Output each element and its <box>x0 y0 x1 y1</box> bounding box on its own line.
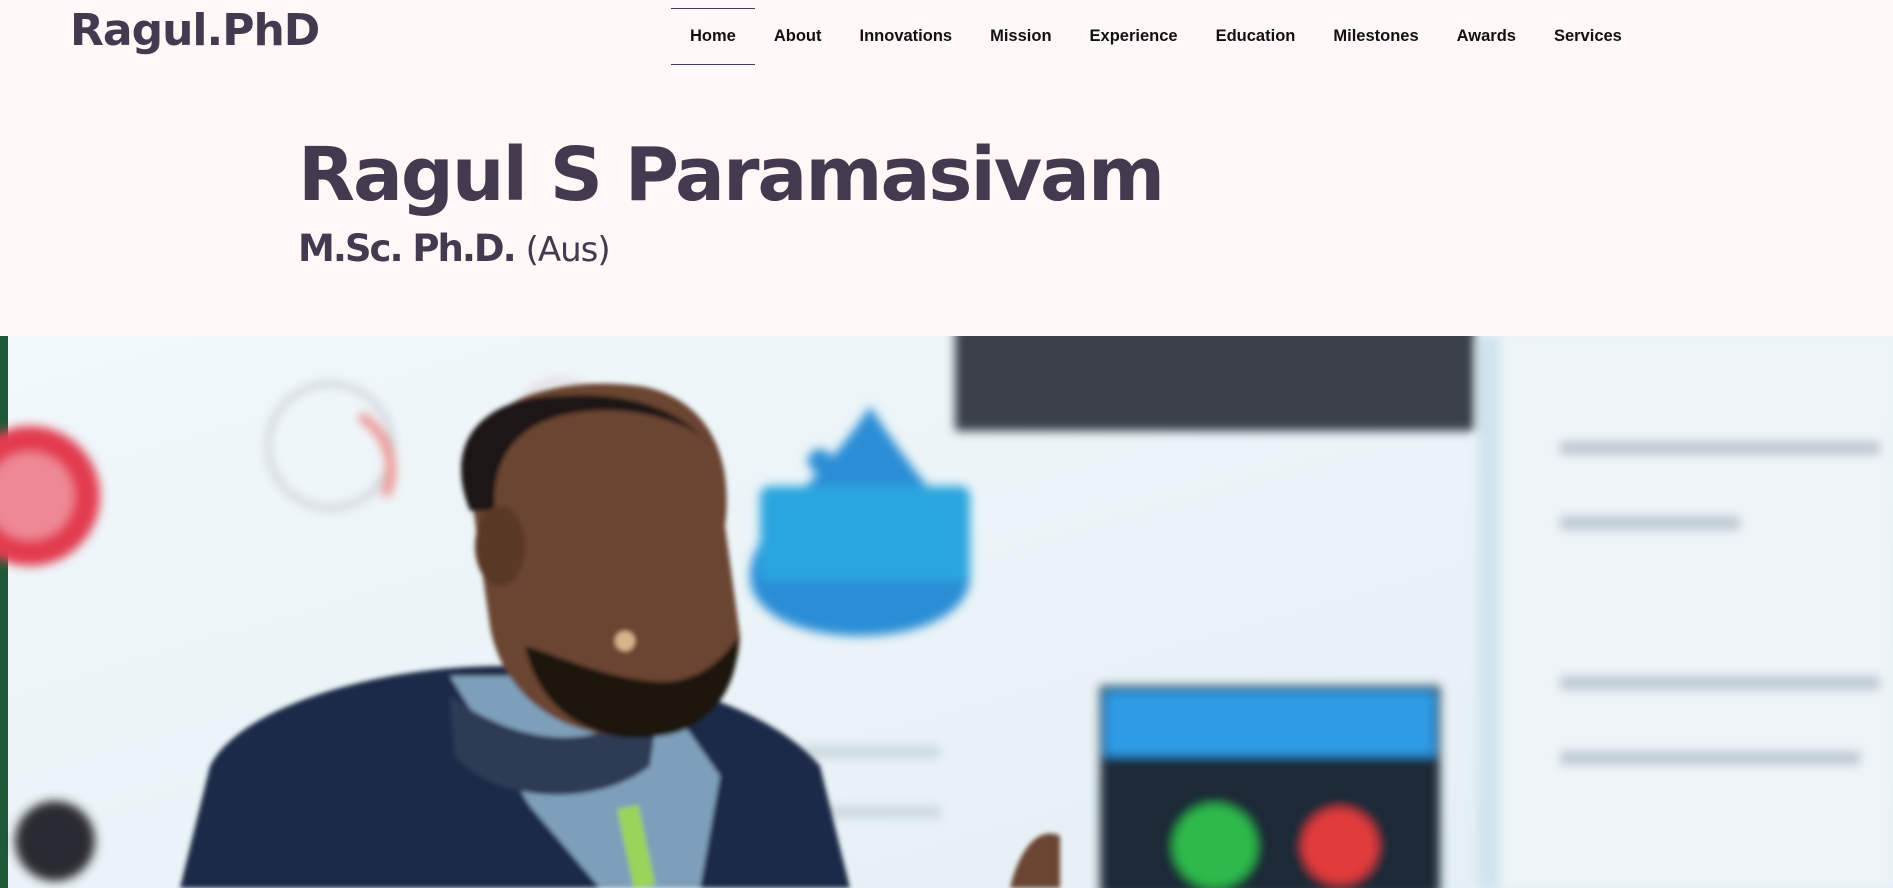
nav-innovations[interactable]: Innovations <box>841 8 972 65</box>
nav-education[interactable]: Education <box>1197 8 1315 65</box>
nav-awards[interactable]: Awards <box>1438 8 1535 65</box>
hero-section: Ragul S Paramasivam M.Sc. Ph.D. (Aus) <box>298 130 1165 275</box>
degree-suffix: (Aus) <box>525 230 611 270</box>
nav-about[interactable]: About <box>755 8 841 65</box>
nav-home[interactable]: Home <box>671 8 755 65</box>
nav-experience[interactable]: Experience <box>1071 8 1197 65</box>
hero-photo-illustration <box>0 336 1893 888</box>
site-header: Ragul.PhD Home About Innovations Mission… <box>0 0 1893 70</box>
nav-services[interactable]: Services <box>1535 8 1641 65</box>
nav-mission[interactable]: Mission <box>971 8 1070 65</box>
hero-name: Ragul S Paramasivam <box>298 132 1165 218</box>
degree-text: M.Sc. Ph.D. <box>298 227 517 270</box>
site-logo[interactable]: Ragul.PhD <box>70 3 320 59</box>
main-nav: Home About Innovations Mission Experienc… <box>671 8 1641 65</box>
hero-photo <box>0 336 1893 888</box>
hero-degree: M.Sc. Ph.D. (Aus) <box>298 224 1163 275</box>
nav-milestones[interactable]: Milestones <box>1314 8 1437 65</box>
